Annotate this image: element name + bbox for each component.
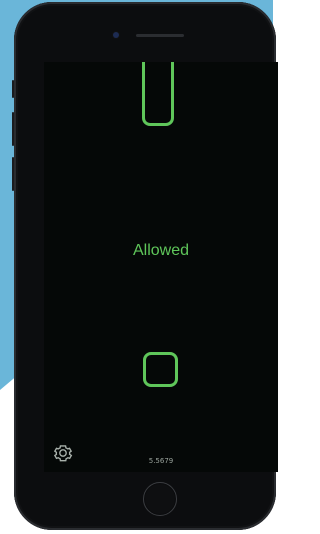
home-button[interactable] <box>143 482 177 516</box>
side-button <box>12 80 14 98</box>
side-button <box>12 112 14 146</box>
side-button <box>12 157 14 191</box>
screen: Allowed 5.5679 <box>44 62 278 472</box>
front-camera <box>113 32 119 38</box>
phone-frame: Allowed 5.5679 <box>12 2 278 530</box>
status-text: Allowed <box>132 242 190 259</box>
top-indicator-shape <box>142 62 174 126</box>
version-label: 5.5679 <box>148 457 174 465</box>
bottom-indicator-shape <box>143 352 178 387</box>
earpiece-speaker <box>136 34 184 37</box>
